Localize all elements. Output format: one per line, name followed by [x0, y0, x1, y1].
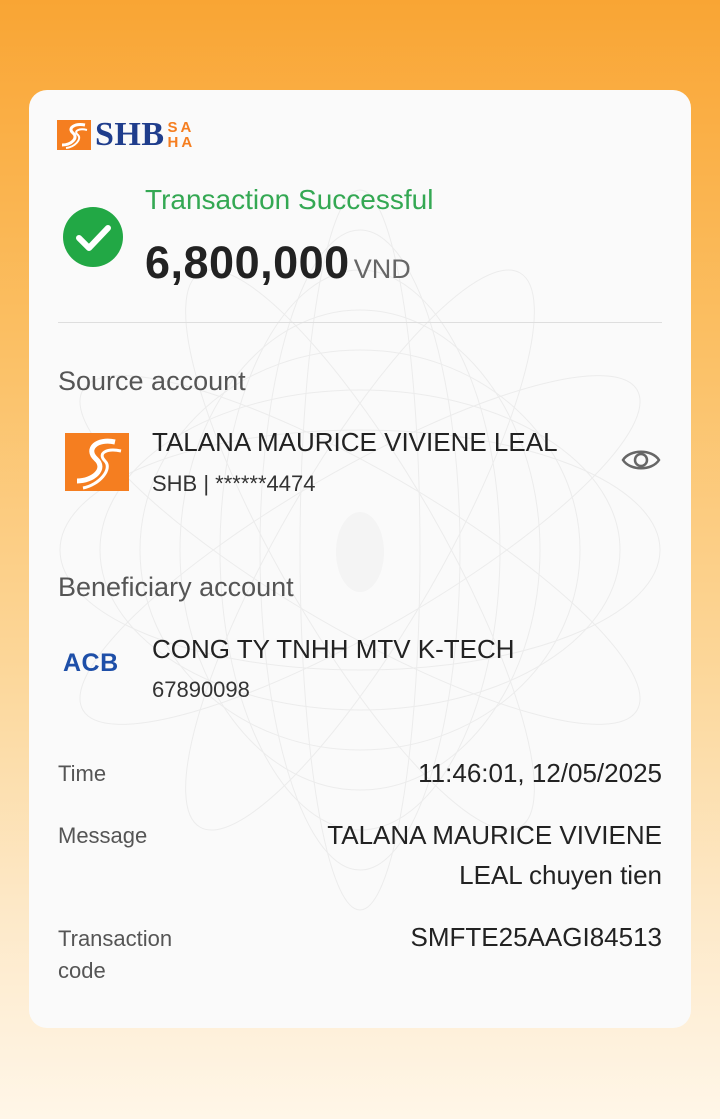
time-value: 11:46:01, 12/05/2025: [418, 758, 662, 788]
amount-value: 6,800,000: [145, 237, 350, 288]
divider: [58, 322, 662, 323]
transaction-code-label-line2: code: [58, 958, 106, 983]
amount: 6,800,000 VND: [145, 237, 411, 289]
source-account-detail: SHB | ******4474: [152, 471, 316, 496]
brand-saha-top: SA: [167, 119, 195, 136]
shb-saha-logo: SHB SA HA: [57, 118, 195, 152]
acb-bank-logo: ACB: [63, 649, 119, 677]
source-account-label: Source account: [58, 366, 246, 396]
message-value-line1: TALANA MAURICE VIVIENE: [327, 820, 662, 850]
beneficiary-name: CONG TY TNHH MTV K-TECH: [152, 634, 515, 664]
brand-saha-bottom: HA: [167, 134, 196, 151]
amount-currency: VND: [353, 254, 411, 284]
brand-name: SHB: [95, 116, 165, 153]
check-circle-icon: [63, 207, 123, 267]
status-title: Transaction Successful: [145, 184, 434, 215]
time-label: Time: [58, 761, 107, 786]
beneficiary-account-number: 67890098: [152, 677, 250, 702]
shb-logo-icon: [57, 120, 91, 150]
source-account-name: TALANA MAURICE VIVIENE LEAL: [152, 427, 558, 457]
brand-saha: SA HA: [168, 120, 196, 150]
message-value-line2: LEAL chuyen tien: [459, 860, 662, 890]
beneficiary-account-label: Beneficiary account: [58, 572, 294, 602]
message-label: Message: [58, 823, 148, 848]
transaction-code-label-line1: Transaction: [58, 926, 173, 951]
receipt-card: SHB SA HA Transaction Successful 6,800,0…: [29, 90, 691, 1028]
eye-icon[interactable]: [621, 445, 661, 475]
shb-bank-logo: [65, 433, 129, 491]
transaction-code-value: SMFTE25AAGI84513: [410, 922, 662, 952]
